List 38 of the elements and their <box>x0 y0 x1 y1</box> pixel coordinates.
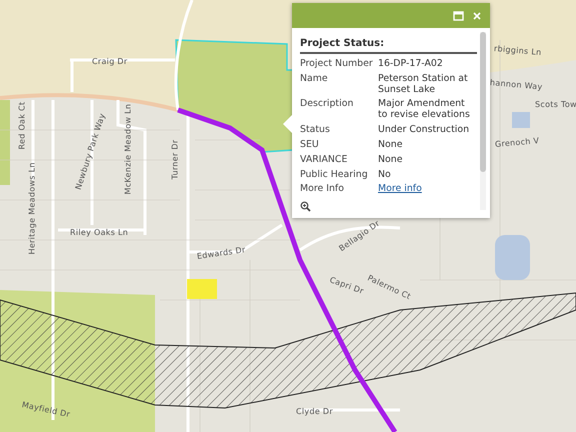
street-label: Mayfield Dr <box>21 400 71 420</box>
street-label: hannon Way <box>490 78 543 92</box>
more-info-link[interactable]: More info <box>378 184 477 196</box>
field-label: Name <box>300 74 329 86</box>
street-label: Red Oak Ct <box>18 102 26 150</box>
field-label: More Info <box>300 184 345 196</box>
popup-title: Project Status: <box>300 32 477 54</box>
field-value: None <box>378 140 404 151</box>
maximize-icon[interactable] <box>453 10 464 20</box>
field-label: Public Hearing <box>300 170 369 180</box>
street-label: Craig Dr <box>92 57 128 66</box>
field-label: SEU <box>300 140 320 151</box>
field-label: Status <box>300 125 331 136</box>
field-value: None <box>378 154 404 166</box>
street-label: Heritage Meadows Ln <box>28 162 36 254</box>
close-icon[interactable] <box>472 10 482 20</box>
field-value: Major Amendment to revise elevations <box>378 99 471 122</box>
field-value: No <box>378 170 392 180</box>
scrollbar[interactable] <box>480 32 486 210</box>
field-label: VARIANCE <box>300 154 348 166</box>
field-label: Description <box>300 99 354 112</box>
field-value: Peterson Station at Sunset Lake <box>378 74 469 96</box>
field-label: Project Number <box>300 59 374 70</box>
street-label: rbiggins Ln <box>494 44 542 58</box>
highlighted-parcel <box>187 279 217 299</box>
street-label: Capri Dr <box>328 275 365 296</box>
popup-pointer <box>283 115 292 133</box>
field-value: 16-DP-17-A02 <box>378 59 444 70</box>
street-label: Riley Oaks Ln <box>70 228 128 237</box>
street-label: Edwards Dr <box>196 245 246 261</box>
pond-area <box>495 235 530 280</box>
street-label: McKenzie Meadow Ln <box>124 104 132 194</box>
pond-area <box>512 112 530 128</box>
zoom-icon[interactable] <box>300 201 311 212</box>
field-value: Under Construction <box>378 125 470 136</box>
street-label: Clyde Dr <box>296 407 333 416</box>
street-label: Grenoch V <box>494 136 540 149</box>
street-label: Turner Dr <box>170 140 180 180</box>
